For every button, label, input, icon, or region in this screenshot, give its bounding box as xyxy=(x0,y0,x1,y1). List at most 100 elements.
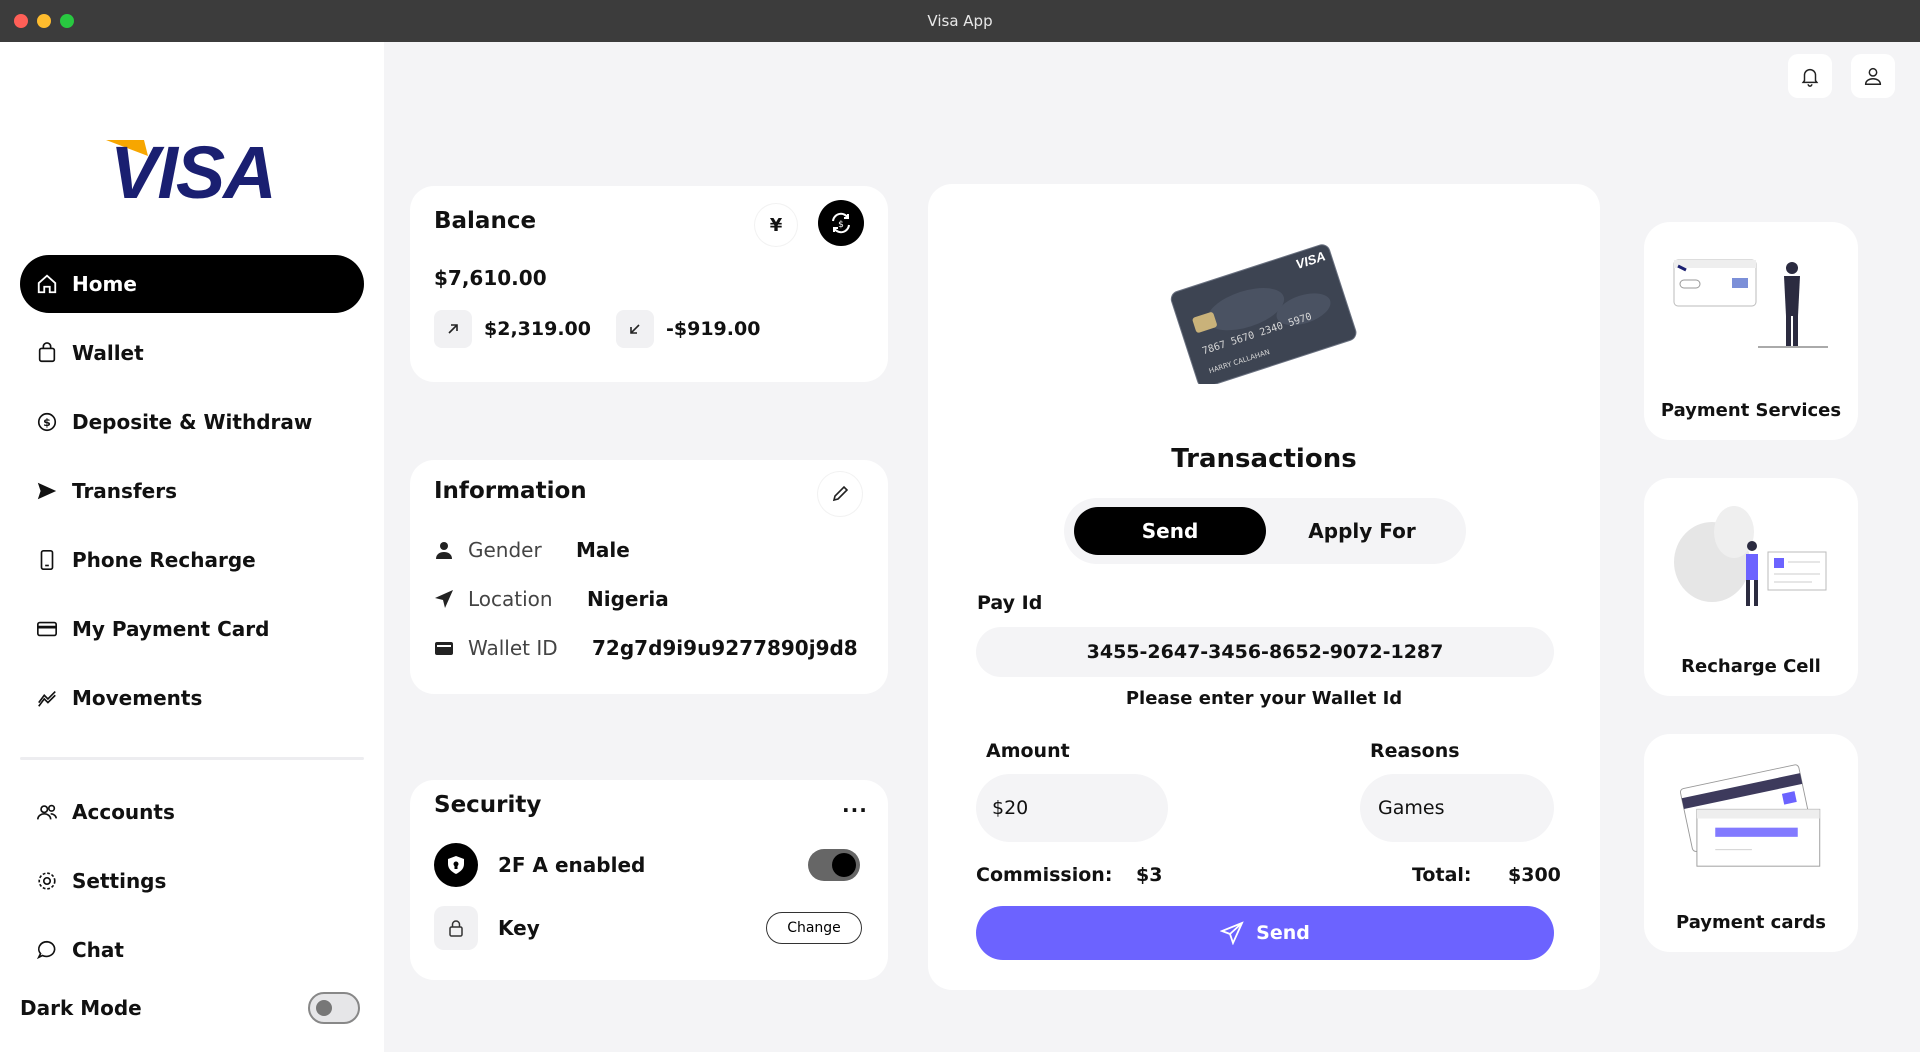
send-button-label: Send xyxy=(1256,922,1310,944)
gender-value: Male xyxy=(576,538,630,562)
amount-label: Amount xyxy=(986,740,1070,762)
dark-mode-row: Dark Mode xyxy=(20,992,364,1024)
visa-logo: VISA xyxy=(106,131,277,206)
income-amount: $2,319.00 xyxy=(484,318,591,340)
sidebar-item-wallet[interactable]: Wallet xyxy=(20,324,364,382)
information-card: Information Gender Male Location Nigeria… xyxy=(410,460,888,694)
activity-icon xyxy=(34,685,60,711)
total-value: $300 xyxy=(1508,864,1561,886)
total-label: Total: xyxy=(1412,864,1472,886)
sidebar-item-label: Accounts xyxy=(72,800,175,824)
key-row: Key xyxy=(434,906,540,950)
send-button[interactable]: Send xyxy=(976,906,1554,960)
more-options-icon[interactable]: ··· xyxy=(842,798,868,822)
sidebar-item-home[interactable]: Home xyxy=(20,255,364,313)
window-title: Visa App xyxy=(927,12,993,30)
recharge-cell-card[interactable]: Recharge Cell xyxy=(1644,478,1858,696)
location-value: Nigeria xyxy=(587,587,669,611)
expense-amount: -$919.00 xyxy=(666,318,761,340)
notifications-button[interactable] xyxy=(1788,54,1832,98)
exchange-button[interactable]: $ xyxy=(818,200,864,246)
location-row: Location Nigeria xyxy=(434,587,669,611)
sidebar-item-deposite-withdraw[interactable]: $ Deposite & Withdraw xyxy=(20,393,364,451)
balance-card: Balance ¥ $ $7,610.00 $2,319.00 -$919.00 xyxy=(410,186,888,382)
location-arrow-icon xyxy=(434,588,456,610)
payment-cards-illustration xyxy=(1679,764,1821,867)
sidebar-item-my-payment-card[interactable]: My Payment Card xyxy=(20,600,364,658)
pay-id-input[interactable]: 3455-2647-3456-8652-9072-1287 xyxy=(976,627,1554,677)
dark-mode-label: Dark Mode xyxy=(20,996,142,1020)
tab-apply-for[interactable]: Apply For xyxy=(1266,507,1458,555)
window-controls xyxy=(14,14,74,28)
balance-amount: $7,610.00 xyxy=(434,266,547,290)
users-icon xyxy=(34,799,60,825)
dark-mode-toggle[interactable] xyxy=(308,992,360,1024)
transactions-title: Transactions xyxy=(1171,444,1357,474)
wallet-id-label: Wallet ID xyxy=(468,636,558,660)
currency-button[interactable]: ¥ xyxy=(755,204,797,246)
gender-row: Gender Male xyxy=(434,538,630,562)
minimize-window-button[interactable] xyxy=(37,14,51,28)
sidebar-item-chat[interactable]: Chat xyxy=(20,921,364,979)
card-icon xyxy=(34,616,60,642)
payment-cards-label: Payment cards xyxy=(1676,912,1826,933)
bag-icon xyxy=(34,340,60,366)
credit-card-image: VISA 7867 5670 2340 5970 HARRY CALLAHAN xyxy=(1170,244,1357,384)
gear-icon xyxy=(34,868,60,894)
arrow-down-left-icon xyxy=(616,310,654,348)
svg-text:$: $ xyxy=(43,416,51,429)
key-label: Key xyxy=(498,916,540,940)
gender-label: Gender xyxy=(468,538,542,562)
sidebar-divider xyxy=(20,757,364,760)
payment-services-label: Payment Services xyxy=(1660,400,1842,421)
balance-title: Balance xyxy=(434,208,537,234)
wallet-icon xyxy=(434,637,456,659)
chat-icon xyxy=(34,937,60,963)
dollar-circle-icon: $ xyxy=(34,409,60,435)
payment-cards-card[interactable]: Payment cards xyxy=(1644,734,1858,952)
sidebar-item-label: Phone Recharge xyxy=(72,548,256,572)
person-icon xyxy=(434,539,456,561)
wallet-id-row: Wallet ID 72g7d9i9u9277890j9d8 xyxy=(434,636,858,660)
close-window-button[interactable] xyxy=(14,14,28,28)
sidebar-item-label: Settings xyxy=(72,869,167,893)
svg-text:VISA: VISA xyxy=(110,131,275,206)
sidebar-item-phone-recharge[interactable]: Phone Recharge xyxy=(20,531,364,589)
amount-input[interactable]: $20 xyxy=(976,774,1168,842)
exchange-icon: $ xyxy=(832,212,850,234)
recharge-cell-illustration xyxy=(1674,506,1827,606)
svg-text:$: $ xyxy=(838,220,844,230)
pay-id-label: Pay Id xyxy=(977,592,1043,614)
edit-button[interactable] xyxy=(818,472,862,516)
home-icon xyxy=(34,271,60,297)
pencil-icon xyxy=(832,485,849,502)
sidebar-item-settings[interactable]: Settings xyxy=(20,852,364,910)
sidebar-item-label: Wallet xyxy=(72,341,144,365)
location-label: Location xyxy=(468,587,553,611)
tab-send[interactable]: Send xyxy=(1074,507,1266,555)
wallet-id-value: 72g7d9i9u9277890j9d8 xyxy=(592,636,858,660)
sidebar-item-label: Movements xyxy=(72,686,203,710)
payment-services-card[interactable]: Payment Services xyxy=(1644,222,1858,440)
bell-icon xyxy=(1801,68,1819,87)
income-row: $2,319.00 xyxy=(434,310,591,348)
sidebar-item-movements[interactable]: Movements xyxy=(20,669,364,727)
twofa-toggle[interactable] xyxy=(808,849,860,881)
change-key-button[interactable]: Change xyxy=(766,912,862,944)
maximize-window-button[interactable] xyxy=(60,14,74,28)
security-title: Security xyxy=(434,792,542,818)
transaction-type-switch: Send Apply For xyxy=(1064,498,1466,564)
profile-button[interactable] xyxy=(1851,54,1895,98)
transactions-card: VISA 7867 5670 2340 5970 HARRY CALLAHAN … xyxy=(928,184,1600,990)
window-titlebar: Visa App xyxy=(0,0,1920,42)
lock-icon xyxy=(434,906,478,950)
reasons-select[interactable]: Games xyxy=(1360,774,1554,842)
expense-row: -$919.00 xyxy=(616,310,760,348)
reasons-label: Reasons xyxy=(1370,740,1460,762)
yen-icon: ¥ xyxy=(769,214,783,236)
sidebar-item-accounts[interactable]: Accounts xyxy=(20,783,364,841)
shield-icon xyxy=(434,843,478,887)
sidebar-item-transfers[interactable]: Transfers xyxy=(20,462,364,520)
payment-services-illustration xyxy=(1673,259,1828,348)
send-icon xyxy=(34,478,60,504)
